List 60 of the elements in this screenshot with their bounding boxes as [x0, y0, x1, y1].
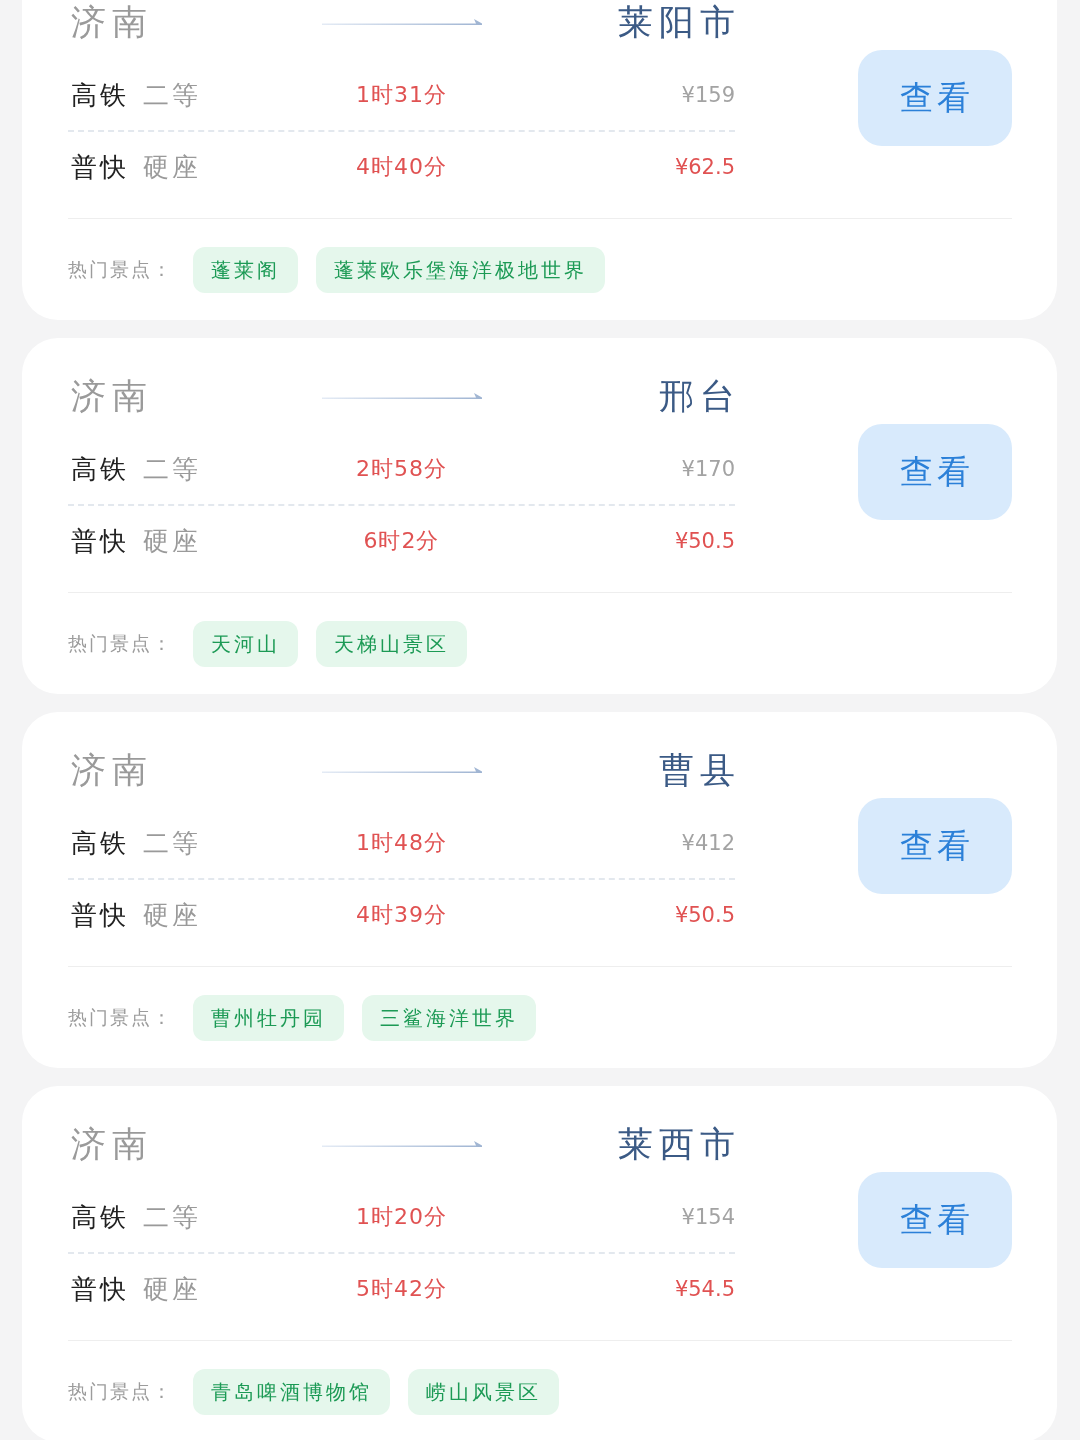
attractions-label: 热门景点：	[68, 257, 173, 282]
destination-city: 邢台	[659, 374, 741, 418]
travel-duration: 1时48分	[356, 829, 447, 857]
seat-class: 二等	[143, 452, 201, 486]
seat-class: 二等	[143, 826, 201, 860]
train-type: 高铁	[71, 452, 129, 486]
travel-duration: 6时2分	[363, 527, 440, 555]
arrow-icon	[321, 766, 482, 774]
origin-city: 济南	[70, 1122, 153, 1166]
destination-city: 莱西市	[618, 1122, 741, 1166]
ticket-price: ¥54.5	[674, 1277, 735, 1301]
attraction-tag[interactable]: 天河山	[193, 621, 298, 667]
view-button[interactable]: 查看	[858, 798, 1012, 894]
train-type: 高铁	[71, 1200, 129, 1234]
arrow-icon	[321, 1140, 482, 1148]
seat-class: 硬座	[143, 1272, 201, 1306]
travel-duration: 4时39分	[356, 901, 447, 929]
view-button[interactable]: 查看	[858, 1172, 1012, 1268]
attraction-tag[interactable]: 曹州牡丹园	[193, 995, 344, 1041]
origin-city: 济南	[70, 0, 153, 44]
seat-class: 硬座	[143, 524, 201, 558]
ticket-price: ¥170	[681, 457, 735, 481]
ticket-price: ¥154	[681, 1205, 735, 1229]
origin-city: 济南	[70, 374, 153, 418]
arrow-icon	[321, 18, 482, 26]
train-type: 高铁	[71, 78, 129, 112]
train-type: 普快	[71, 150, 129, 184]
attraction-tag[interactable]: 天梯山景区	[316, 621, 467, 667]
attraction-tag[interactable]: 蓬莱阁	[193, 247, 298, 293]
travel-duration: 2时58分	[356, 455, 447, 483]
train-type: 普快	[71, 1272, 129, 1306]
ticket-price: ¥62.5	[674, 155, 735, 179]
train-type: 普快	[71, 898, 129, 932]
seat-class: 硬座	[143, 150, 201, 184]
travel-duration: 1时31分	[356, 81, 447, 109]
ticket-price: ¥159	[681, 83, 735, 107]
ticket-price: ¥412	[681, 831, 735, 855]
destination-city: 莱阳市	[618, 0, 741, 44]
view-button[interactable]: 查看	[858, 50, 1012, 146]
train-type: 普快	[71, 524, 129, 558]
arrow-icon	[321, 392, 482, 400]
attraction-tag[interactable]: 青岛啤酒博物馆	[193, 1369, 390, 1415]
ticket-price: ¥50.5	[674, 529, 735, 553]
travel-duration: 4时40分	[356, 153, 447, 181]
seat-class: 二等	[143, 78, 201, 112]
travel-duration: 5时42分	[356, 1275, 447, 1303]
travel-duration: 1时20分	[356, 1203, 447, 1231]
train-type: 高铁	[71, 826, 129, 860]
attractions-label: 热门景点：	[68, 1379, 173, 1404]
view-button[interactable]: 查看	[858, 424, 1012, 520]
attraction-tag[interactable]: 崂山风景区	[408, 1369, 559, 1415]
seat-class: 二等	[143, 1200, 201, 1234]
attraction-tag[interactable]: 三鲨海洋世界	[362, 995, 536, 1041]
attractions-label: 热门景点：	[68, 631, 173, 656]
ticket-price: ¥50.5	[674, 903, 735, 927]
attractions-label: 热门景点：	[68, 1005, 173, 1030]
origin-city: 济南	[70, 748, 153, 792]
attraction-tag[interactable]: 蓬莱欧乐堡海洋极地世界	[316, 247, 605, 293]
seat-class: 硬座	[143, 898, 201, 932]
destination-city: 曹县	[659, 748, 741, 792]
